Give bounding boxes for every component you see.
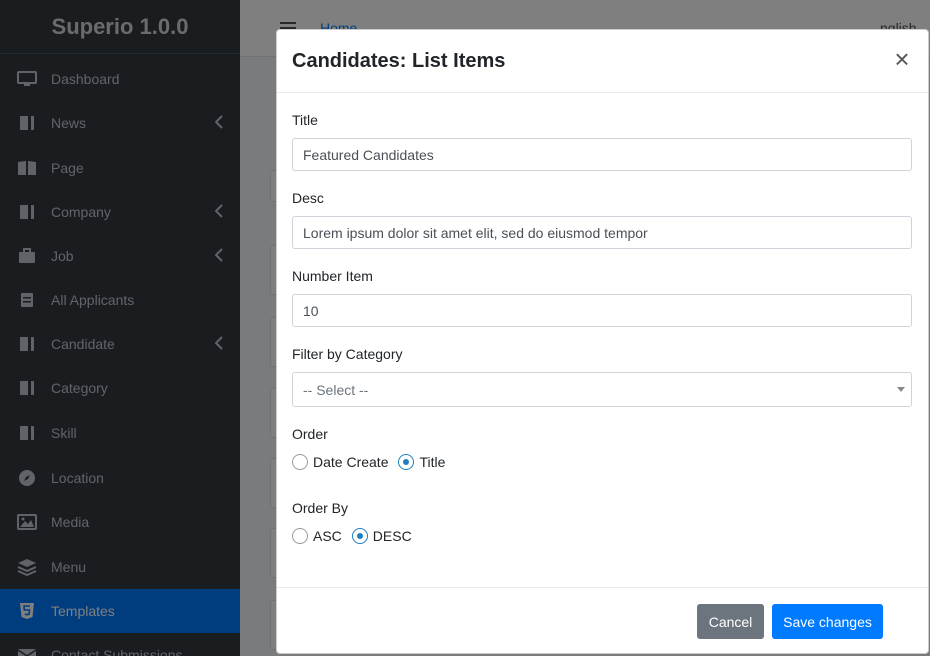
radio-unchecked[interactable]: [292, 528, 308, 544]
title-input[interactable]: Featured Candidates: [292, 138, 912, 171]
cancel-button[interactable]: Cancel: [697, 604, 764, 639]
caret-down-icon: [897, 387, 905, 392]
order-by-option-desc[interactable]: DESC: [351, 528, 412, 544]
list-items-modal: Candidates: List Items × Title Featured …: [276, 29, 929, 654]
number-item-label: Number Item: [292, 268, 373, 284]
order-by-option-asc[interactable]: ASC: [292, 528, 342, 544]
order-by-label: Order By: [292, 500, 349, 516]
filter-category-label: Filter by Category: [292, 346, 403, 362]
desc-input[interactable]: Lorem ipsum dolor sit amet elit, sed do …: [292, 216, 912, 249]
radio-label: Date Create: [313, 454, 389, 470]
order-radio-group: Date Create Title: [292, 454, 455, 470]
desc-label: Desc: [292, 190, 324, 206]
radio-unchecked[interactable]: [292, 454, 308, 470]
radio-label: ASC: [313, 528, 342, 544]
radio-checked[interactable]: [351, 528, 368, 544]
modal-footer: Cancel Save changes: [277, 587, 928, 653]
order-label: Order: [292, 426, 328, 442]
order-option-title[interactable]: Title: [398, 454, 445, 470]
title-label: Title: [292, 112, 318, 128]
order-option-date-create[interactable]: Date Create: [292, 454, 388, 470]
close-icon[interactable]: ×: [894, 46, 910, 72]
order-by-radio-group: ASC DESC: [292, 528, 422, 544]
select-value: -- Select --: [303, 381, 369, 398]
number-item-input[interactable]: 10: [292, 294, 912, 327]
modal-title: Candidates: List Items: [292, 50, 506, 72]
radio-label: Title: [419, 454, 446, 470]
modal-header: Candidates: List Items ×: [277, 30, 928, 93]
radio-label: DESC: [372, 528, 412, 544]
save-changes-button[interactable]: Save changes: [772, 604, 883, 639]
filter-category-select[interactable]: -- Select --: [292, 372, 912, 407]
radio-checked[interactable]: [398, 454, 415, 470]
